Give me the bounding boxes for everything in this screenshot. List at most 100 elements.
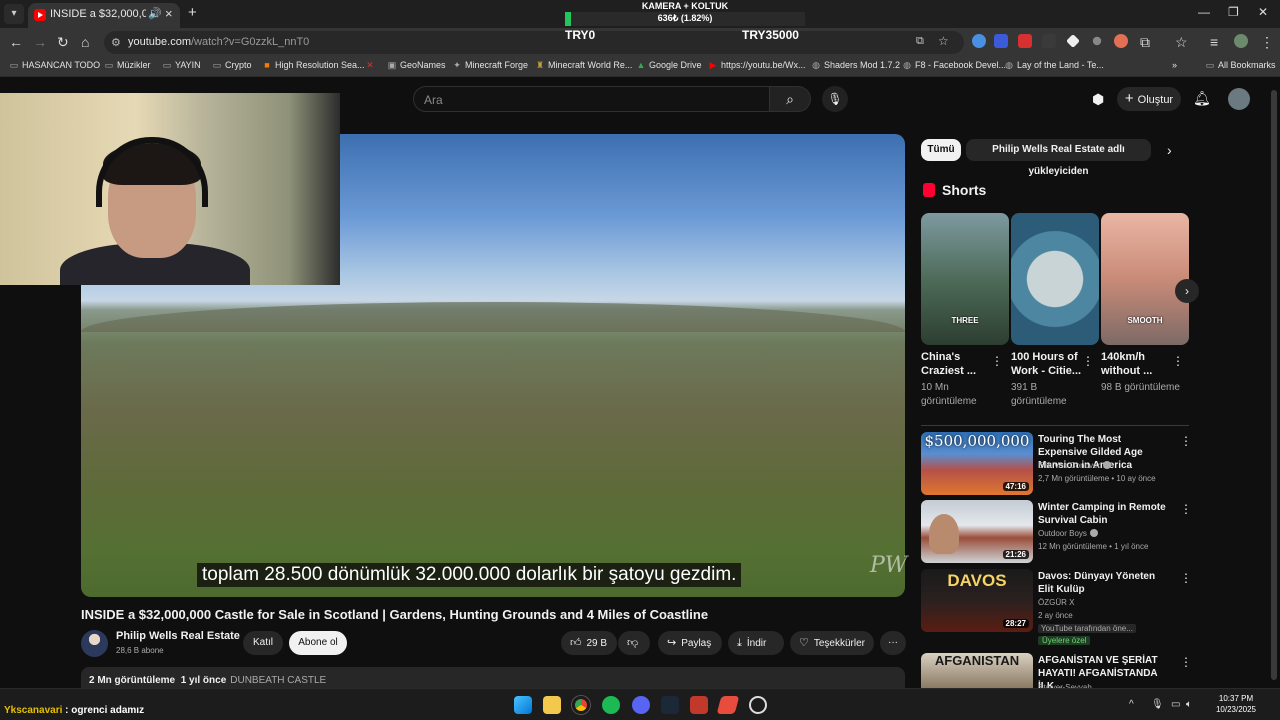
bookmark-item[interactable]: ◍ Shaders Mod 1.7.2 bbox=[811, 60, 900, 71]
more-actions-icon[interactable]: ··· bbox=[880, 631, 906, 655]
profile-avatar[interactable] bbox=[1234, 34, 1248, 48]
extension-dot-icon[interactable] bbox=[1092, 36, 1102, 46]
recommendation-channel[interactable]: ÖZGÜR X bbox=[1038, 598, 1074, 607]
more-menu-icon[interactable]: ⋮ bbox=[1260, 34, 1274, 51]
minimize-icon[interactable]: — bbox=[1198, 5, 1210, 19]
bookmark-item[interactable]: ▭ Müzikler bbox=[104, 60, 151, 71]
close-window-icon[interactable]: ✕ bbox=[1258, 5, 1268, 19]
address-bar[interactable]: ⚙ youtube.com/watch?v=G0zzkL_nnT0 ⧉ ☆ bbox=[104, 31, 964, 54]
discord-icon[interactable] bbox=[632, 696, 650, 714]
close-tab-icon[interactable]: × bbox=[165, 6, 173, 21]
recommendation-thumbnail[interactable]: DAVOS 28:27 bbox=[921, 569, 1033, 632]
bookmarks-star-icon[interactable]: ☆ bbox=[1175, 34, 1188, 51]
thanks-button[interactable]: ♡ Teşekkürler bbox=[790, 631, 874, 655]
recommendation-menu-icon[interactable]: ⋮ bbox=[1180, 502, 1192, 516]
recommendation-menu-icon[interactable]: ⋮ bbox=[1180, 571, 1192, 585]
short-menu-icon[interactable]: ⋮ bbox=[991, 354, 1003, 368]
bookmark-item[interactable]: ▲ Google Drive bbox=[636, 60, 702, 70]
forward-icon[interactable]: → bbox=[33, 34, 47, 50]
channel-watermark[interactable]: PW bbox=[870, 553, 907, 578]
recommendation-channel[interactable]: Erik Van Conover bbox=[1038, 461, 1112, 470]
download-button[interactable]: ⤓ İndir bbox=[728, 631, 784, 655]
channel-name[interactable]: Philip Wells Real Estate bbox=[116, 630, 240, 642]
browser-tab-active[interactable]: INSIDE a $32,000,000 Castle 🔊 × bbox=[28, 3, 180, 28]
hashtag[interactable]: DUNBEATH CASTLE bbox=[230, 675, 326, 686]
bookmark-item[interactable]: ◍ Lay of the Land - Te... bbox=[1004, 60, 1104, 71]
new-tab-icon[interactable]: + bbox=[188, 4, 197, 21]
bookmark-item[interactable]: ▣ GeoNames bbox=[387, 60, 446, 71]
short-title[interactable]: 100 Hours of Work - Citie... bbox=[1011, 350, 1083, 378]
speaker-icon[interactable]: 🔊 bbox=[148, 7, 162, 20]
recommendation-channel[interactable]: Outdoor Boys bbox=[1038, 529, 1098, 538]
spotify-icon[interactable] bbox=[602, 696, 620, 714]
file-explorer-icon[interactable] bbox=[543, 696, 561, 714]
microphone-tray-icon[interactable]: 🎙 bbox=[1151, 699, 1164, 710]
tray-overflow-icon[interactable]: ^ bbox=[1129, 699, 1134, 710]
channel-avatar[interactable] bbox=[81, 630, 108, 657]
bookmark-item[interactable]: ✕ bbox=[365, 60, 378, 71]
all-bookmarks[interactable]: ▭ All Bookmarks bbox=[1205, 60, 1276, 71]
short-thumbnail[interactable]: SMOOTH bbox=[1101, 213, 1189, 345]
chevron-right-icon[interactable]: › bbox=[1167, 142, 1172, 158]
extension-badge-icon[interactable] bbox=[994, 34, 1008, 48]
recommendation-title[interactable]: Davos: Dünyayı Yöneten Elit Kulüp bbox=[1038, 570, 1173, 596]
volume-icon[interactable]: 🔈︎ bbox=[1186, 699, 1192, 710]
steam-icon[interactable] bbox=[661, 696, 679, 714]
short-title[interactable]: China's Craziest ... bbox=[921, 350, 993, 378]
notifications-bell-icon[interactable]: 🔔︎ bbox=[1193, 90, 1211, 107]
short-menu-icon[interactable]: ⋮ bbox=[1082, 354, 1094, 368]
short-thumbnail[interactable] bbox=[1011, 213, 1099, 345]
home-icon[interactable]: ⌂ bbox=[81, 34, 89, 50]
bookmarks-overflow-icon[interactable]: » bbox=[1172, 60, 1177, 70]
short-title[interactable]: 140km/h without ... bbox=[1101, 350, 1173, 378]
bookmark-star-icon[interactable]: ☆ bbox=[938, 34, 949, 48]
shorts-next-icon[interactable]: › bbox=[1175, 279, 1199, 303]
bookmark-item[interactable]: ▭ YAYIN bbox=[162, 60, 201, 71]
extension-red-icon[interactable] bbox=[1018, 34, 1032, 48]
extension-orange-icon[interactable] bbox=[1114, 34, 1128, 48]
app-circle-icon[interactable] bbox=[749, 696, 767, 714]
user-avatar[interactable] bbox=[1228, 88, 1250, 110]
bookmark-item[interactable]: ▭ Crypto bbox=[212, 60, 252, 71]
site-info-icon[interactable]: ⚙ bbox=[111, 36, 121, 49]
voice-search-button[interactable]: 🎙 bbox=[822, 86, 848, 112]
chip-all[interactable]: Tümü bbox=[921, 139, 961, 161]
bookmark-item[interactable]: ✦ Minecraft Forge bbox=[452, 60, 528, 71]
join-button[interactable]: Katıl bbox=[243, 631, 283, 655]
cast-icon[interactable]: ⧉ bbox=[916, 35, 924, 48]
subscribe-button[interactable]: Abone ol bbox=[289, 631, 347, 655]
dislike-button[interactable]: 👎︎ bbox=[618, 631, 650, 655]
bookmark-item[interactable]: ▶ https://youtu.be/Wx... bbox=[708, 60, 806, 71]
short-menu-icon[interactable]: ⋮ bbox=[1172, 354, 1184, 368]
like-button[interactable]: 👍︎ 29 B bbox=[561, 631, 617, 655]
search-input[interactable]: Ara bbox=[424, 93, 443, 107]
bookmark-item[interactable]: ■ High Resolution Sea... bbox=[262, 60, 364, 70]
create-button[interactable]: + Oluştur bbox=[1117, 87, 1181, 111]
app-red-icon[interactable] bbox=[690, 696, 708, 714]
search-button[interactable]: ⌕ bbox=[770, 86, 811, 112]
cast-to-tv-icon[interactable]: ⬢ bbox=[1092, 91, 1104, 108]
bookmark-item[interactable]: ▭ HASANCAN TODO bbox=[9, 60, 100, 71]
share-button[interactable]: ↪ Paylaş bbox=[658, 631, 722, 655]
extension-diamond-icon[interactable] bbox=[1066, 34, 1080, 48]
extensions-puzzle-icon[interactable]: ⧉ bbox=[1140, 34, 1150, 51]
recommendation-thumbnail[interactable]: 21:26 bbox=[921, 500, 1033, 563]
network-icon[interactable]: ▭ bbox=[1171, 699, 1180, 710]
back-icon[interactable]: ← bbox=[9, 34, 23, 50]
recommendation-thumbnail[interactable]: AFGANISTAN bbox=[921, 653, 1033, 688]
search-box[interactable]: Ara bbox=[413, 86, 770, 112]
windows-start-icon[interactable] bbox=[514, 696, 532, 714]
recommendation-thumbnail[interactable]: $500,000,000 47:16 bbox=[921, 432, 1033, 495]
reading-list-icon[interactable]: ≡ bbox=[1210, 34, 1218, 50]
extension-dark-icon[interactable] bbox=[1042, 34, 1056, 48]
reload-icon[interactable]: ↻ bbox=[57, 34, 69, 51]
extension-globe-icon[interactable] bbox=[972, 34, 986, 48]
chrome-icon[interactable] bbox=[572, 696, 590, 714]
clock[interactable]: 10:37 PM 10/23/2025 bbox=[1206, 693, 1266, 715]
recommendation-title[interactable]: Winter Camping in Remote Survival Cabin bbox=[1038, 501, 1173, 527]
recommendation-menu-icon[interactable]: ⋮ bbox=[1180, 434, 1192, 448]
chip-from-uploader[interactable]: Philip Wells Real Estate adlı yükleyicid… bbox=[966, 139, 1151, 177]
tab-search-icon[interactable]: ▾ bbox=[4, 4, 24, 24]
bookmark-item[interactable]: ♜ Minecraft World Re... bbox=[535, 60, 632, 71]
page-scrollbar[interactable] bbox=[1271, 90, 1277, 680]
